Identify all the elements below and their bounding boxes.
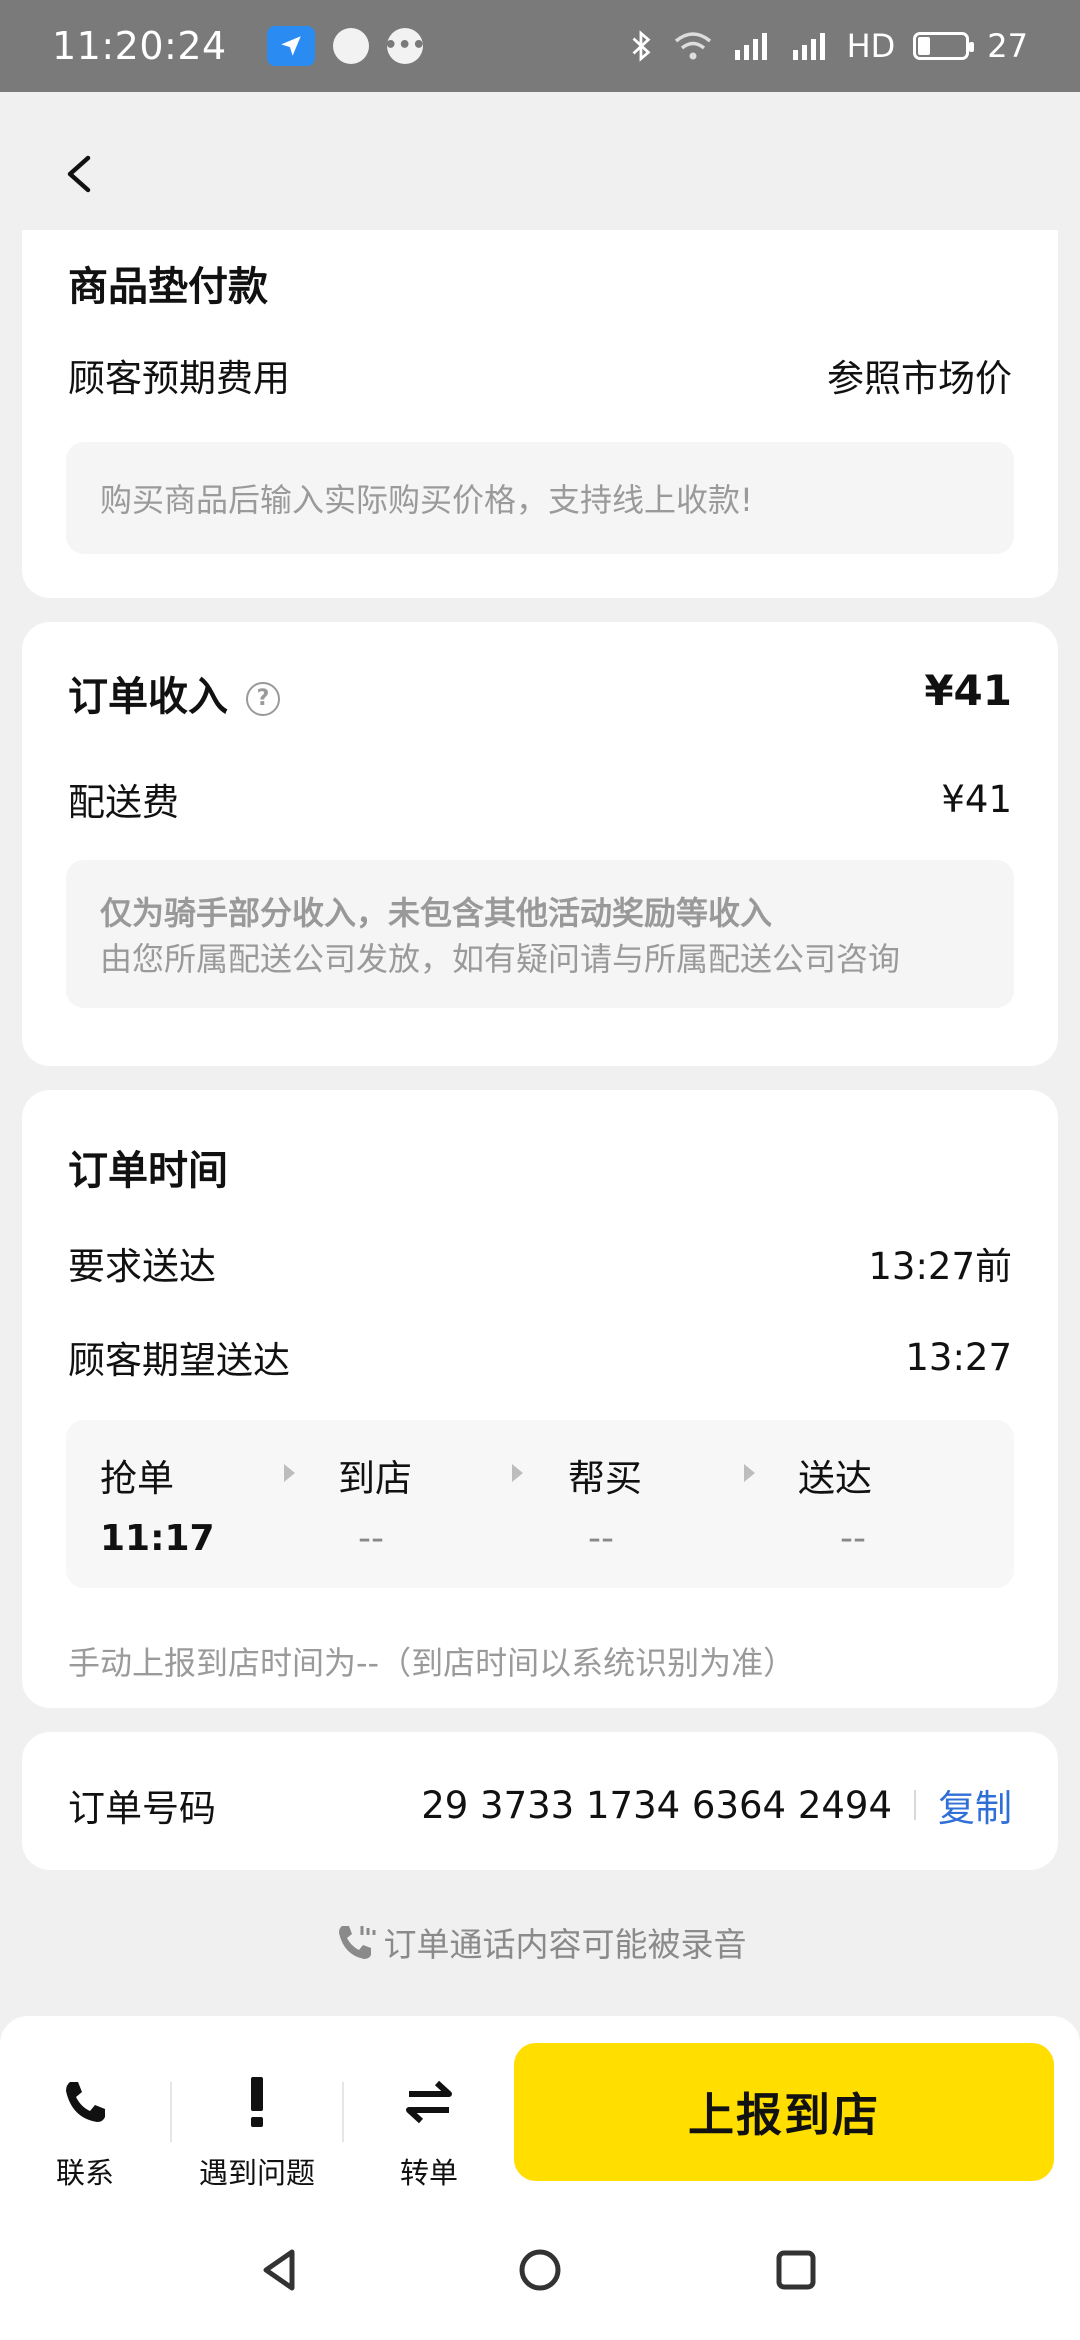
signal-5g-icon-2 [792, 33, 825, 60]
timeline-step-value: 11:17 [100, 1518, 215, 1559]
order-number-card: 订单号码 29 3733 1734 6364 2494 复制 [22, 1732, 1058, 1870]
report-problem-label: 遇到问题 [198, 2156, 315, 2190]
battery-level: 27 [987, 27, 1028, 65]
income-total: ¥41 [924, 666, 1012, 715]
report-problem-button[interactable]: 遇到问题 [182, 2072, 332, 2192]
income-title: 订单收入 [68, 674, 228, 720]
timeline-step-deliver: 送达 -- [798, 1448, 958, 1559]
nav-recents-icon[interactable] [770, 2244, 822, 2296]
expected-delivery-value: 13:27 [905, 1335, 1012, 1379]
recording-note-text: 订单通话内容可能被录音 [383, 1925, 747, 1964]
timeline-step-buy: 帮买 -- [568, 1448, 728, 1559]
divider [342, 2082, 344, 2142]
nav-home-icon[interactable] [514, 2244, 566, 2296]
exclamation-icon [251, 2077, 263, 2127]
delivery-fee-label: 配送费 [68, 781, 179, 824]
navigation-app-icon [266, 26, 315, 66]
report-arrival-button[interactable]: 上报到店 [514, 2043, 1054, 2181]
battery-icon [913, 32, 975, 60]
phone-icon [66, 2082, 105, 2122]
transfer-order-button[interactable]: 转单 [354, 2072, 504, 2192]
expected-cost-row: 顾客预期费用 参照市场价 [68, 348, 1012, 402]
back-arrow-icon[interactable] [58, 152, 102, 196]
advance-payment-note: 购买商品后输入实际购买价格，支持线上收款! [66, 442, 1014, 554]
divider [914, 1790, 916, 1820]
hd-indicator: HD [846, 27, 896, 65]
expected-delivery-row: 顾客期望送达 13:27 [68, 1330, 1012, 1384]
income-note-line1: 仅为骑手部分收入，未包含其他活动奖励等收入 [100, 894, 773, 932]
income-note-line2: 由您所属配送公司发放，如有疑问请与所属配送公司咨询 [100, 940, 901, 978]
recording-note: 订单通话内容可能被录音 [0, 1918, 1080, 1966]
advance-payment-note-text: 购买商品后输入实际购买价格，支持线上收款! [100, 481, 753, 519]
status-time: 11:20:24 [52, 24, 227, 68]
signal-5g-icon-1 [734, 33, 767, 60]
required-delivery-row: 要求送达 13:27前 [68, 1236, 1012, 1290]
transfer-order-label: 转单 [399, 2156, 458, 2190]
chevron-right-icon [512, 1464, 523, 1482]
divider [170, 2082, 172, 2142]
income-note: 仅为骑手部分收入，未包含其他活动奖励等收入 由您所属配送公司发放，如有疑问请与所… [66, 860, 1014, 1008]
transfer-arrows-icon [406, 2080, 452, 2124]
notification-dot-icon [332, 28, 369, 64]
required-delivery-label: 要求送达 [68, 1245, 216, 1288]
timeline-step-value: -- [840, 1518, 866, 1559]
expected-cost-label: 顾客预期费用 [68, 357, 290, 400]
timeline-step-value: -- [358, 1518, 384, 1559]
delivery-fee-row: 配送费 ¥41 [68, 772, 1012, 826]
top-bar [0, 92, 1080, 230]
help-icon[interactable]: ? [246, 682, 280, 716]
wifi-icon [674, 32, 711, 60]
delivery-fee-value: ¥41 [941, 777, 1012, 821]
timeline-step-arrive: 到店 -- [338, 1448, 498, 1559]
order-number-group: 29 3733 1734 6364 2494 复制 [421, 1778, 1012, 1832]
status-bar: 11:20:24 ••• HD 27 [0, 0, 1080, 92]
message-icon: ••• [384, 28, 426, 64]
order-number-label: 订单号码 [68, 1787, 216, 1830]
bluetooth-icon [632, 30, 651, 62]
order-number-value: 29 3733 1734 6364 2494 [421, 1783, 892, 1827]
order-time-title: 订单时间 [68, 1148, 228, 1194]
manual-report-note: 手动上报到店时间为--（到店时间以系统识别为准） [68, 1644, 796, 1682]
contact-label: 联系 [55, 2156, 114, 2190]
system-nav-bar [0, 2200, 1080, 2340]
timeline-step-label: 帮买 [568, 1457, 642, 1500]
status-indicators: HD 27 [629, 27, 1028, 65]
copy-button[interactable]: 复制 [938, 1778, 1012, 1832]
chevron-right-icon [284, 1464, 295, 1482]
timeline-step-label: 送达 [798, 1457, 872, 1500]
notification-icons: ••• [266, 26, 426, 66]
income-card: 订单收入? ¥41 配送费 ¥41 仅为骑手部分收入，未包含其他活动奖励等收入 … [22, 622, 1058, 1066]
nav-back-icon[interactable] [254, 2244, 306, 2296]
order-timeline: 抢单 11:17 到店 -- 帮买 -- 送达 -- [66, 1420, 1014, 1588]
advance-payment-title: 商品垫付款 [68, 264, 268, 310]
income-title-wrap: 订单收入? [68, 664, 280, 722]
chevron-right-icon [744, 1464, 755, 1482]
timeline-step-label: 抢单 [100, 1457, 174, 1500]
expected-cost-value: 参照市场价 [827, 357, 1012, 400]
phone-recording-icon [338, 1926, 375, 1959]
expected-delivery-label: 顾客期望送达 [68, 1339, 290, 1382]
required-delivery-value: 13:27前 [868, 1245, 1012, 1288]
timeline-step-grab: 抢单 11:17 [100, 1448, 260, 1559]
timeline-step-label: 到店 [338, 1457, 412, 1500]
order-time-card: 订单时间 要求送达 13:27前 顾客期望送达 13:27 抢单 11:17 到… [22, 1090, 1058, 1708]
advance-payment-card: 商品垫付款 顾客预期费用 参照市场价 购买商品后输入实际购买价格，支持线上收款! [22, 230, 1058, 598]
contact-button[interactable]: 联系 [10, 2072, 160, 2192]
timeline-step-value: -- [588, 1518, 614, 1559]
